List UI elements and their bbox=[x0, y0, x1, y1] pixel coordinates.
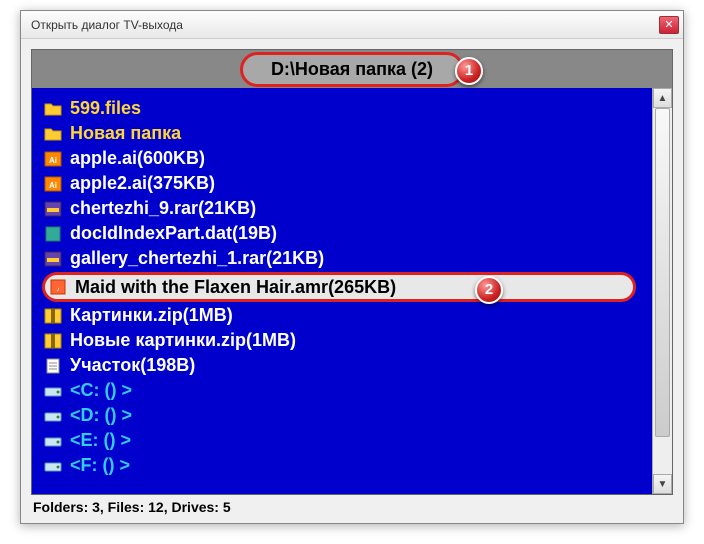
drive-icon bbox=[44, 458, 62, 474]
list-item[interactable]: <F: () > bbox=[40, 453, 652, 478]
list-item[interactable]: <D: () > bbox=[40, 403, 652, 428]
annotation-badge-1: 1 bbox=[455, 57, 483, 85]
svg-text:♪: ♪ bbox=[57, 287, 60, 293]
list-item[interactable]: Ai apple2.ai(375KB) bbox=[40, 171, 652, 196]
path-text: D:\Новая папка (2) bbox=[271, 59, 433, 79]
list-item[interactable]: Новая папка bbox=[40, 121, 652, 146]
file-area: 599.filesНовая папка Ai apple.ai(600KB) Ai a… bbox=[32, 88, 672, 494]
folder-icon bbox=[44, 126, 62, 142]
zip-icon bbox=[44, 308, 62, 324]
dat-icon bbox=[44, 226, 62, 242]
close-button[interactable]: ✕ bbox=[659, 16, 679, 34]
item-label: docIdIndexPart.dat(19B) bbox=[70, 221, 277, 245]
list-item[interactable]: Новые картинки.zip(1MB) bbox=[40, 328, 652, 353]
list-item[interactable]: Участок(198B) bbox=[40, 353, 652, 378]
current-path[interactable]: D:\Новая папка (2) 1 bbox=[240, 52, 464, 87]
item-label: apple2.ai(375KB) bbox=[70, 171, 215, 195]
list-item[interactable]: gallery_chertezhi_1.rar(21KB) bbox=[40, 246, 652, 271]
drive-icon bbox=[44, 408, 62, 424]
list-item[interactable]: docIdIndexPart.dat(19B) bbox=[40, 221, 652, 246]
list-item[interactable]: 599.files bbox=[40, 96, 652, 121]
scroll-track[interactable] bbox=[653, 108, 672, 474]
drive-icon bbox=[44, 383, 62, 399]
ai-icon: Ai bbox=[44, 151, 62, 167]
list-item[interactable]: <E: () > bbox=[40, 428, 652, 453]
item-label: Maid with the Flaxen Hair.amr(265KB) bbox=[75, 275, 396, 299]
annotation-badge-2: 2 bbox=[475, 276, 503, 304]
list-item[interactable]: ♪ Maid with the Flaxen Hair.amr(265KB) 2 bbox=[42, 272, 636, 302]
path-bar: D:\Новая папка (2) 1 bbox=[32, 50, 672, 88]
dialog-window: Открыть диалог TV-выхода ✕ D:\Новая папк… bbox=[20, 10, 684, 524]
item-label: gallery_chertezhi_1.rar(21KB) bbox=[70, 246, 324, 270]
item-label: Новые картинки.zip(1MB) bbox=[70, 328, 296, 352]
txt-icon bbox=[44, 358, 62, 374]
item-label: <E: () > bbox=[70, 428, 131, 452]
item-label: chertezhi_9.rar(21KB) bbox=[70, 196, 256, 220]
close-icon: ✕ bbox=[664, 18, 673, 31]
list-item[interactable]: Картинки.zip(1MB) bbox=[40, 303, 652, 328]
item-label: <C: () > bbox=[70, 378, 132, 402]
rar-icon bbox=[44, 201, 62, 217]
item-label: apple.ai(600KB) bbox=[70, 146, 205, 170]
list-item[interactable]: Ai apple.ai(600KB) bbox=[40, 146, 652, 171]
file-list[interactable]: 599.filesНовая папка Ai apple.ai(600KB) Ai a… bbox=[32, 88, 652, 494]
svg-text:Ai: Ai bbox=[49, 181, 57, 190]
ai-icon: Ai bbox=[44, 176, 62, 192]
item-label: <F: () > bbox=[70, 453, 130, 477]
list-item[interactable]: chertezhi_9.rar(21KB) bbox=[40, 196, 652, 221]
amr-icon: ♪ bbox=[49, 279, 67, 295]
titlebar[interactable]: Открыть диалог TV-выхода ✕ bbox=[21, 11, 683, 39]
window-title: Открыть диалог TV-выхода bbox=[31, 18, 659, 32]
scroll-thumb[interactable] bbox=[655, 108, 670, 437]
content-area: D:\Новая папка (2) 1 599.filesНовая папк… bbox=[31, 49, 673, 495]
scroll-down-button[interactable]: ▼ bbox=[653, 474, 672, 494]
item-label: Участок(198B) bbox=[70, 353, 195, 377]
list-item[interactable]: <C: () > bbox=[40, 378, 652, 403]
item-label: Новая папка bbox=[70, 121, 181, 145]
item-label: 599.files bbox=[70, 96, 141, 120]
status-text: Folders: 3, Files: 12, Drives: 5 bbox=[33, 499, 231, 515]
item-label: <D: () > bbox=[70, 403, 132, 427]
zip-icon bbox=[44, 333, 62, 349]
folder-icon bbox=[44, 101, 62, 117]
rar-icon bbox=[44, 251, 62, 267]
status-bar: Folders: 3, Files: 12, Drives: 5 bbox=[31, 497, 673, 517]
scrollbar[interactable]: ▲ ▼ bbox=[652, 88, 672, 494]
item-label: Картинки.zip(1MB) bbox=[70, 303, 233, 327]
scroll-up-button[interactable]: ▲ bbox=[653, 88, 672, 108]
drive-icon bbox=[44, 433, 62, 449]
svg-text:Ai: Ai bbox=[49, 156, 57, 165]
